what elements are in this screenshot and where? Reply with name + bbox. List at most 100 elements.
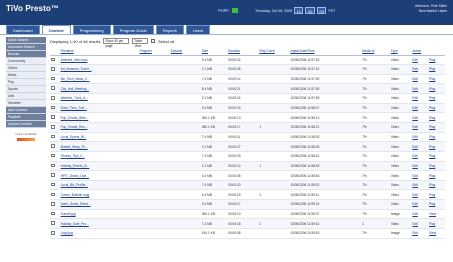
edit-link[interactable]: Edit [412,222,418,226]
column-header[interactable]: Episode [169,48,201,56]
edit-link[interactable]: Edit [412,154,418,158]
row-checkbox[interactable] [51,173,55,177]
edit-link[interactable]: Edit [412,125,418,129]
filename-link[interactable]: Biz_Tech_News_0... [61,77,90,81]
action-link[interactable]: Play [429,193,435,197]
tab-users[interactable]: Users [185,25,211,34]
row-checkbox[interactable] [51,163,55,168]
action-link[interactable]: View [429,212,436,216]
filename-link[interactable]: Pop_Charts_Wee... [61,116,89,120]
select-all-checkbox[interactable] [151,39,155,43]
filename-link[interactable]: Holiday_Sale_Pro... [61,222,89,226]
filename-link[interactable]: Weather_Tues_A... [61,96,88,100]
filename-link[interactable]: Comm_Bulletin.mpg [61,193,90,197]
column-header[interactable]: Filename [59,48,139,56]
action-link[interactable]: Play [429,145,435,149]
edit-link[interactable]: Edit [412,58,418,62]
filename-link[interactable]: Market_Wrap_Th... [61,145,88,149]
column-header[interactable]: Media Id [361,48,390,56]
edit-link[interactable]: Edit [412,135,418,139]
action-link[interactable]: Play [429,202,435,206]
column-header[interactable]: Duration [227,48,259,56]
sidebar-item-unit[interactable]: Unit [6,93,46,100]
edit-link[interactable]: Edit [412,77,418,81]
column-header[interactable]: Program [138,48,170,56]
row-checkbox[interactable] [51,182,55,187]
row-checkbox[interactable] [51,57,55,62]
row-checkbox[interactable] [51,86,55,90]
edit-link[interactable]: Edit [412,231,418,235]
edit-link[interactable]: Edit [412,212,418,216]
action-link[interactable]: Play [429,125,435,129]
edit-link[interactable]: Edit [412,183,418,187]
filename-link[interactable]: City_Hall_Meeting... [61,87,90,91]
sidebar-item-advanced-search[interactable]: Advanced Search [6,44,46,51]
sidebar-item-community[interactable]: Community [6,58,46,65]
filename-link[interactable]: Ambient_Intro.mp4 [61,58,88,62]
sidebar-item-playlists[interactable]: Playlists [6,114,46,121]
action-link[interactable]: Play [429,96,435,100]
row-checkbox[interactable] [51,134,55,139]
edit-link[interactable]: Edit [412,174,418,178]
view-select[interactable]: Table View [132,38,149,48]
row-checkbox[interactable] [51,76,55,81]
tab-program-guide[interactable]: Program Guide [112,25,154,34]
row-checkbox[interactable] [51,202,55,206]
sidebar-item-weather[interactable]: Weather [6,100,46,107]
row-checkbox[interactable] [51,231,55,235]
sidebar-item-news[interactable]: News [6,72,46,79]
column-header[interactable]: Ingest Date/Time [289,48,362,56]
action-link[interactable]: Play [429,77,435,81]
row-checkbox[interactable] [51,67,55,71]
filename-link[interactable]: Holiday_Events_B... [61,164,90,168]
row-checkbox[interactable] [51,211,55,216]
action-link[interactable]: Play [429,164,435,168]
filename-link[interactable]: Logo.jpg [61,231,73,235]
row-checkbox[interactable] [51,125,55,129]
filename-link[interactable]: Local_Sports_W... [61,135,87,139]
edit-link[interactable]: Edit [412,96,418,100]
edit-link[interactable]: Edit [412,67,418,71]
row-checkbox[interactable] [51,144,55,148]
filename-link[interactable]: Sunset.jpg [61,212,76,216]
per-page-select[interactable]: Show 40 per page [103,38,130,48]
filename-link[interactable]: Drive_Time_Traf... [61,106,87,110]
tab-reports[interactable]: Reports [155,25,184,34]
sidebar-item-pop[interactable]: Pop [6,79,46,86]
edit-link[interactable]: Edit [412,193,418,197]
tab-programming[interactable]: Programming [72,25,111,34]
action-link[interactable]: Play [429,135,435,139]
action-link[interactable]: Play [429,106,435,110]
filename-link[interactable]: Art_Museum_Tour.fl... [61,67,92,71]
edit-link[interactable]: Edit [412,87,418,91]
row-checkbox[interactable] [51,115,55,119]
edit-link[interactable]: Edit [412,116,418,120]
tab-content[interactable]: Content [41,25,71,34]
filename-link[interactable]: Voter_Guide_Electi... [61,202,91,206]
row-checkbox[interactable] [51,153,55,158]
action-link[interactable]: Play [429,67,435,71]
action-link[interactable]: Play [429,58,435,62]
sidebar-item-sports[interactable]: Sports [6,86,46,93]
action-link[interactable]: Play [429,174,435,178]
filename-link[interactable]: HPIT_Grand_Ope... [61,174,89,178]
action-link[interactable]: Play [429,116,435,120]
edit-link[interactable]: Edit [412,145,418,149]
row-checkbox[interactable] [51,105,55,110]
welcome-second-line[interactable]: New Market Listen [415,9,447,14]
column-header[interactable]: Play Count [258,48,290,56]
row-checkbox[interactable] [51,192,55,197]
column-header[interactable]: Action [411,48,429,56]
row-checkbox[interactable] [51,96,55,100]
action-link[interactable]: Play [429,154,435,158]
filename-link[interactable]: Pop_Charts_Rec... [61,125,88,129]
edit-link[interactable]: Edit [412,164,418,168]
action-link[interactable]: Play [429,222,435,226]
tab-dashboard[interactable]: Dashboard [6,25,40,34]
filename-link[interactable]: Local_Biz_Profile... [61,183,88,187]
edit-link[interactable]: Edit [412,202,418,206]
sidebar-item-upload-content[interactable]: Upload Content [6,121,46,128]
row-checkbox[interactable] [51,221,55,225]
action-link[interactable]: Play [429,183,435,187]
sidebar-item-genre[interactable]: Genre [6,65,46,72]
